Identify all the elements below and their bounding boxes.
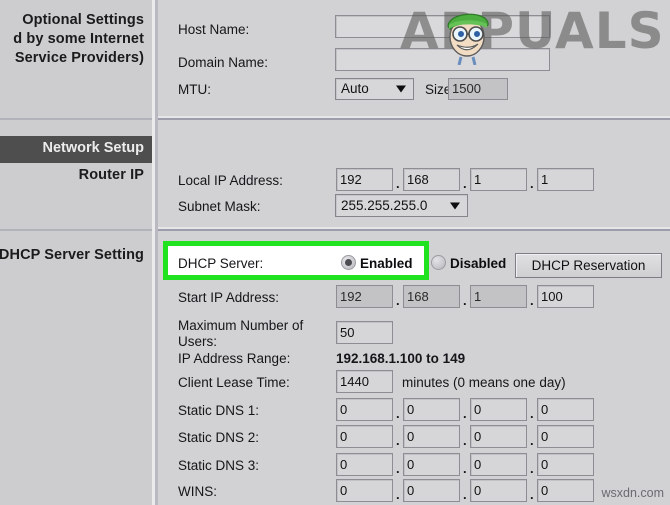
domain-name-label: Domain Name: bbox=[178, 55, 269, 70]
static-dns-1-label: Static DNS 1: bbox=[178, 403, 260, 418]
static-dns-2-dot-3: . bbox=[530, 433, 534, 448]
max-users-input[interactable]: 50 bbox=[336, 321, 393, 344]
sidebar-item-network-setup[interactable]: Network Setup bbox=[0, 136, 152, 163]
wins-octet-1[interactable]: 0 bbox=[336, 479, 393, 502]
static-dns-3-octet-3[interactable]: 0 bbox=[470, 453, 527, 476]
host-name-input[interactable] bbox=[335, 15, 550, 38]
client-lease-time-input[interactable]: 1440 bbox=[336, 370, 393, 393]
static-dns-3-dot-2: . bbox=[463, 461, 467, 476]
start-ip-octet-4[interactable]: 100 bbox=[537, 285, 594, 308]
start-ip-dot-3: . bbox=[530, 293, 534, 308]
sidebar-heading-line-1: Optional Settings bbox=[22, 12, 144, 28]
static-dns-1-octet-3[interactable]: 0 bbox=[470, 398, 527, 421]
static-dns-2-octet-3[interactable]: 0 bbox=[470, 425, 527, 448]
client-lease-time-label: Client Lease Time: bbox=[178, 375, 290, 390]
panel-divider-1 bbox=[158, 118, 670, 120]
max-users-label-line-1: Maximum Number of bbox=[178, 318, 304, 333]
host-name-label: Host Name: bbox=[178, 22, 250, 37]
sidebar-heading-line-2: d by some Internet bbox=[13, 31, 144, 47]
static-dns-3-octet-2[interactable]: 0 bbox=[403, 453, 460, 476]
local-ip-octet-1[interactable]: 192 bbox=[336, 168, 393, 191]
sidebar-divider-2 bbox=[0, 229, 152, 231]
subnet-mask-label: Subnet Mask: bbox=[178, 199, 261, 214]
subnet-mask-select-value: 255.255.255.0 bbox=[341, 198, 428, 213]
static-dns-1-octet-1[interactable]: 0 bbox=[336, 398, 393, 421]
local-ip-address-label: Local IP Address: bbox=[178, 173, 283, 188]
router-settings-screenshot: Optional Settings d by some Internet Ser… bbox=[0, 0, 670, 505]
wins-octet-4[interactable]: 0 bbox=[537, 479, 594, 502]
static-dns-3-dot-3: . bbox=[530, 461, 534, 476]
local-ip-dot-3: . bbox=[530, 176, 534, 191]
start-ip-dot-1: . bbox=[396, 293, 400, 308]
sidebar: Optional Settings d by some Internet Ser… bbox=[0, 0, 152, 505]
sidebar-item-dhcp-server-setting[interactable]: DHCP Server Setting bbox=[0, 247, 144, 263]
max-users-label-line-2: Users: bbox=[178, 334, 218, 349]
dhcp-server-enabled-radio[interactable] bbox=[341, 255, 356, 270]
wins-label: WINS: bbox=[178, 484, 217, 499]
static-dns-2-octet-2[interactable]: 0 bbox=[403, 425, 460, 448]
dhcp-server-enabled-label[interactable]: Enabled bbox=[360, 256, 413, 271]
ip-address-range-value: 192.168.1.100 to 149 bbox=[336, 351, 466, 366]
mtu-size-input[interactable]: 1500 bbox=[448, 78, 508, 100]
chevron-down-icon bbox=[396, 85, 406, 93]
start-ip-octet-1[interactable]: 192 bbox=[336, 285, 393, 308]
client-lease-time-suffix: minutes (0 means one day) bbox=[402, 375, 566, 390]
start-ip-dot-2: . bbox=[463, 293, 467, 308]
sidebar-divider-1 bbox=[0, 118, 152, 120]
start-ip-octet-3[interactable]: 1 bbox=[470, 285, 527, 308]
subnet-mask-select[interactable]: 255.255.255.0 bbox=[335, 194, 468, 217]
ip-address-range-label: IP Address Range: bbox=[178, 351, 291, 366]
static-dns-3-label: Static DNS 3: bbox=[178, 458, 260, 473]
static-dns-2-octet-4[interactable]: 0 bbox=[537, 425, 594, 448]
local-ip-octet-2[interactable]: 168 bbox=[403, 168, 460, 191]
mtu-select-value: Auto bbox=[341, 81, 369, 96]
sidebar-item-router-ip[interactable]: Router IP bbox=[79, 167, 144, 183]
static-dns-3-octet-4[interactable]: 0 bbox=[537, 453, 594, 476]
start-ip-octet-2[interactable]: 168 bbox=[403, 285, 460, 308]
static-dns-2-label: Static DNS 2: bbox=[178, 430, 260, 445]
domain-name-input[interactable] bbox=[335, 48, 550, 71]
wsxdn-watermark: wsxdn.com bbox=[601, 486, 664, 500]
local-ip-dot-1: . bbox=[396, 176, 400, 191]
panel-divider-2 bbox=[158, 229, 670, 231]
wins-dot-1: . bbox=[396, 487, 400, 502]
local-ip-octet-4[interactable]: 1 bbox=[537, 168, 594, 191]
dhcp-server-disabled-radio[interactable] bbox=[431, 255, 446, 270]
start-ip-address-label: Start IP Address: bbox=[178, 290, 280, 305]
static-dns-2-dot-2: . bbox=[463, 433, 467, 448]
static-dns-1-octet-2[interactable]: 0 bbox=[403, 398, 460, 421]
chevron-down-icon bbox=[450, 202, 460, 209]
local-ip-dot-2: . bbox=[463, 176, 467, 191]
wins-octet-3[interactable]: 0 bbox=[470, 479, 527, 502]
static-dns-1-dot-3: . bbox=[530, 406, 534, 421]
radio-selected-dot-icon bbox=[345, 259, 352, 266]
dhcp-server-label-overlay: DHCP Server: bbox=[178, 256, 264, 271]
sidebar-item-network-setup-label: Network Setup bbox=[42, 140, 144, 156]
sidebar-heading-line-3: Service Providers) bbox=[14, 50, 144, 66]
static-dns-1-octet-4[interactable]: 0 bbox=[537, 398, 594, 421]
wins-dot-2: . bbox=[463, 487, 467, 502]
mtu-label: MTU: bbox=[178, 82, 211, 97]
static-dns-1-dot-1: . bbox=[396, 406, 400, 421]
static-dns-3-octet-1[interactable]: 0 bbox=[336, 453, 393, 476]
wins-octet-2[interactable]: 0 bbox=[403, 479, 460, 502]
dhcp-reservation-button[interactable]: DHCP Reservation bbox=[515, 253, 662, 278]
static-dns-1-dot-2: . bbox=[463, 406, 467, 421]
static-dns-2-octet-1[interactable]: 0 bbox=[336, 425, 393, 448]
static-dns-3-dot-1: . bbox=[396, 461, 400, 476]
mtu-select[interactable]: Auto bbox=[335, 78, 414, 100]
local-ip-octet-3[interactable]: 1 bbox=[470, 168, 527, 191]
wins-dot-3: . bbox=[530, 487, 534, 502]
static-dns-2-dot-1: . bbox=[396, 433, 400, 448]
dhcp-server-disabled-label[interactable]: Disabled bbox=[450, 256, 506, 271]
